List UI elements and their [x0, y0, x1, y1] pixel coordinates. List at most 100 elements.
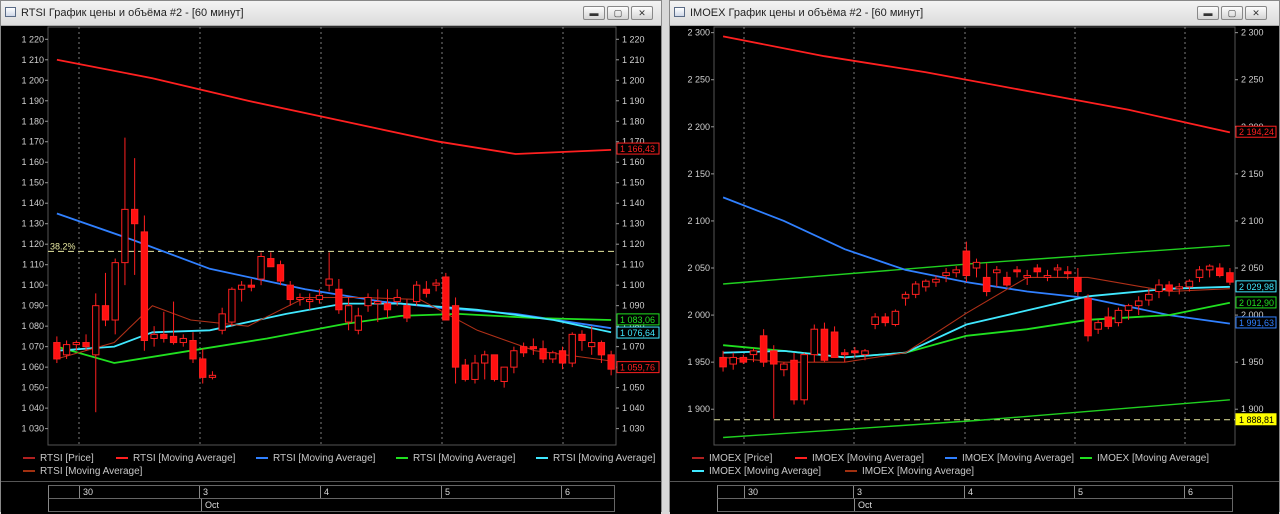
candle-body [451, 305, 460, 368]
price-chart[interactable]: 2 3002 3002 2502 2502 2002 2002 1502 150… [670, 25, 1279, 449]
y-tick-label-left: 1 160 [21, 157, 44, 167]
y-tick-label-right: 1 110 [622, 260, 644, 270]
time-axis-days: 30 3 4 5 6 [717, 485, 1233, 499]
candle-body [861, 350, 869, 356]
minimize-button[interactable]: ▬ [1197, 6, 1219, 20]
close-button[interactable]: ✕ [1245, 6, 1267, 20]
window-titlebar[interactable]: RTSI График цены и объёма #2 - [60 минут… [1, 1, 661, 26]
candle-body [150, 333, 158, 339]
candle-body [1043, 275, 1052, 278]
y-tick-label-left: 1 130 [21, 219, 44, 229]
candle-body [208, 374, 217, 378]
close-button[interactable]: ✕ [631, 6, 653, 20]
candle-body [1074, 276, 1082, 293]
candle-body [160, 333, 168, 339]
candle-body [891, 310, 900, 325]
y-tick-label-left: 1 200 [21, 75, 44, 85]
moving-average-green-line [56, 312, 612, 364]
candle-body [461, 364, 469, 380]
candle-body [881, 316, 890, 324]
y-tick-label-right: 1 190 [622, 96, 645, 106]
time-axis[interactable]: 30 3 4 5 6 Oct [1, 481, 661, 514]
chart-window-icon [674, 7, 685, 17]
maximize-button[interactable]: ▢ [607, 6, 629, 20]
candle-body [247, 284, 256, 288]
candle-body [354, 315, 362, 331]
candle-body [1094, 322, 1102, 330]
moving-average-green-line [723, 301, 1231, 359]
y-tick-label-right: 1 950 [1241, 357, 1264, 367]
day-label: 5 [1074, 486, 1083, 498]
candle-body [810, 328, 819, 356]
candle-body [383, 303, 392, 311]
candle-body [1124, 305, 1133, 311]
y-tick-label-left: 2 050 [687, 263, 710, 273]
y-tick-label-left: 1 090 [21, 301, 44, 311]
candle-body [1145, 293, 1153, 301]
candle-body [942, 272, 950, 277]
y-tick-label-left: 1 180 [21, 116, 44, 126]
candle-body [374, 301, 382, 305]
candle-body [189, 340, 197, 360]
legend-swatch [945, 457, 957, 460]
y-tick-label-left: 1 100 [21, 280, 44, 290]
day-label: 5 [441, 486, 450, 498]
legend-label: RTSI [Moving Average] [553, 453, 656, 464]
legend-label: RTSI [Moving Average] [413, 453, 516, 464]
candle-body [719, 356, 727, 368]
maximize-button[interactable]: ▢ [1221, 6, 1243, 20]
candle-body [121, 208, 129, 264]
candle-body [1215, 267, 1224, 277]
y-tick-label-right: 1 100 [622, 280, 645, 290]
window-titlebar[interactable]: IMOEX График цены и объёма #2 - [60 мину… [670, 1, 1279, 26]
candle-body [1205, 265, 1214, 271]
candle-body [549, 352, 557, 360]
candle-body [539, 348, 547, 360]
legend-item: RTSI [Moving Average] [256, 453, 375, 464]
legend-swatch [795, 457, 807, 460]
month-label: Oct [201, 499, 219, 511]
candle-body [769, 350, 778, 365]
time-axis[interactable]: 30 3 4 5 6 Oct [670, 481, 1279, 514]
y-tick-label-right: 1 200 [622, 75, 645, 85]
y-tick-label-right: 1 050 [622, 383, 645, 393]
candle-body [780, 363, 788, 371]
imoex-chart-window[interactable]: IMOEX График цены и объёма #2 - [60 мину… [669, 0, 1280, 514]
legend-label: RTSI [Moving Average] [40, 466, 143, 477]
y-tick-label-right: 2 150 [1241, 169, 1264, 179]
y-tick-label-right: 1 030 [622, 424, 645, 434]
minimize-button[interactable]: ▬ [583, 6, 605, 20]
candle-body [922, 280, 930, 288]
y-tick-label-left: 2 300 [687, 28, 710, 38]
legend-label: IMOEX [Moving Average] [962, 453, 1075, 464]
price-label: 1 076,64 [620, 328, 655, 338]
candle-body [140, 231, 149, 341]
candle-body [111, 262, 119, 321]
candle-body [101, 305, 110, 321]
candle-body [830, 331, 839, 358]
y-tick-label-left: 1 040 [21, 403, 44, 413]
candle-body [237, 284, 246, 290]
legend-item: RTSI [Moving Average] [23, 466, 142, 477]
candle-body [840, 352, 849, 356]
candle-body [325, 278, 333, 286]
moving-average-dark-line [56, 296, 612, 362]
day-label: 3 [199, 486, 208, 498]
candle-body [1185, 280, 1194, 288]
legend-item: RTSI [Moving Average] [116, 453, 235, 464]
y-tick-label-left: 1 080 [21, 321, 44, 331]
price-label: 1 083,06 [620, 315, 655, 325]
y-tick-label-right: 1 150 [622, 178, 645, 188]
window-title: IMOEX График цены и объёма #2 - [60 мину… [690, 7, 924, 19]
time-axis-month: Oct [48, 498, 615, 512]
candle-body [1134, 300, 1143, 307]
price-chart[interactable]: 1 220 1 220 1 210 1 210 1 200 1 200 1 190 1 190… [1, 25, 661, 449]
rtsi-chart-window[interactable]: RTSI График цены и объёма #2 - [60 минут… [0, 0, 662, 514]
legend-label: IMOEX [Moving Average] [1097, 453, 1210, 464]
candle-body [432, 282, 440, 286]
y-tick-label-left: 1 140 [21, 198, 44, 208]
chart-legend: IMOEX [Price] IMOEX [Moving Average] IMO… [670, 449, 1279, 481]
legend-swatch [536, 457, 548, 460]
legend-swatch [396, 457, 408, 460]
legend-label: RTSI [Moving Average] [133, 453, 236, 464]
